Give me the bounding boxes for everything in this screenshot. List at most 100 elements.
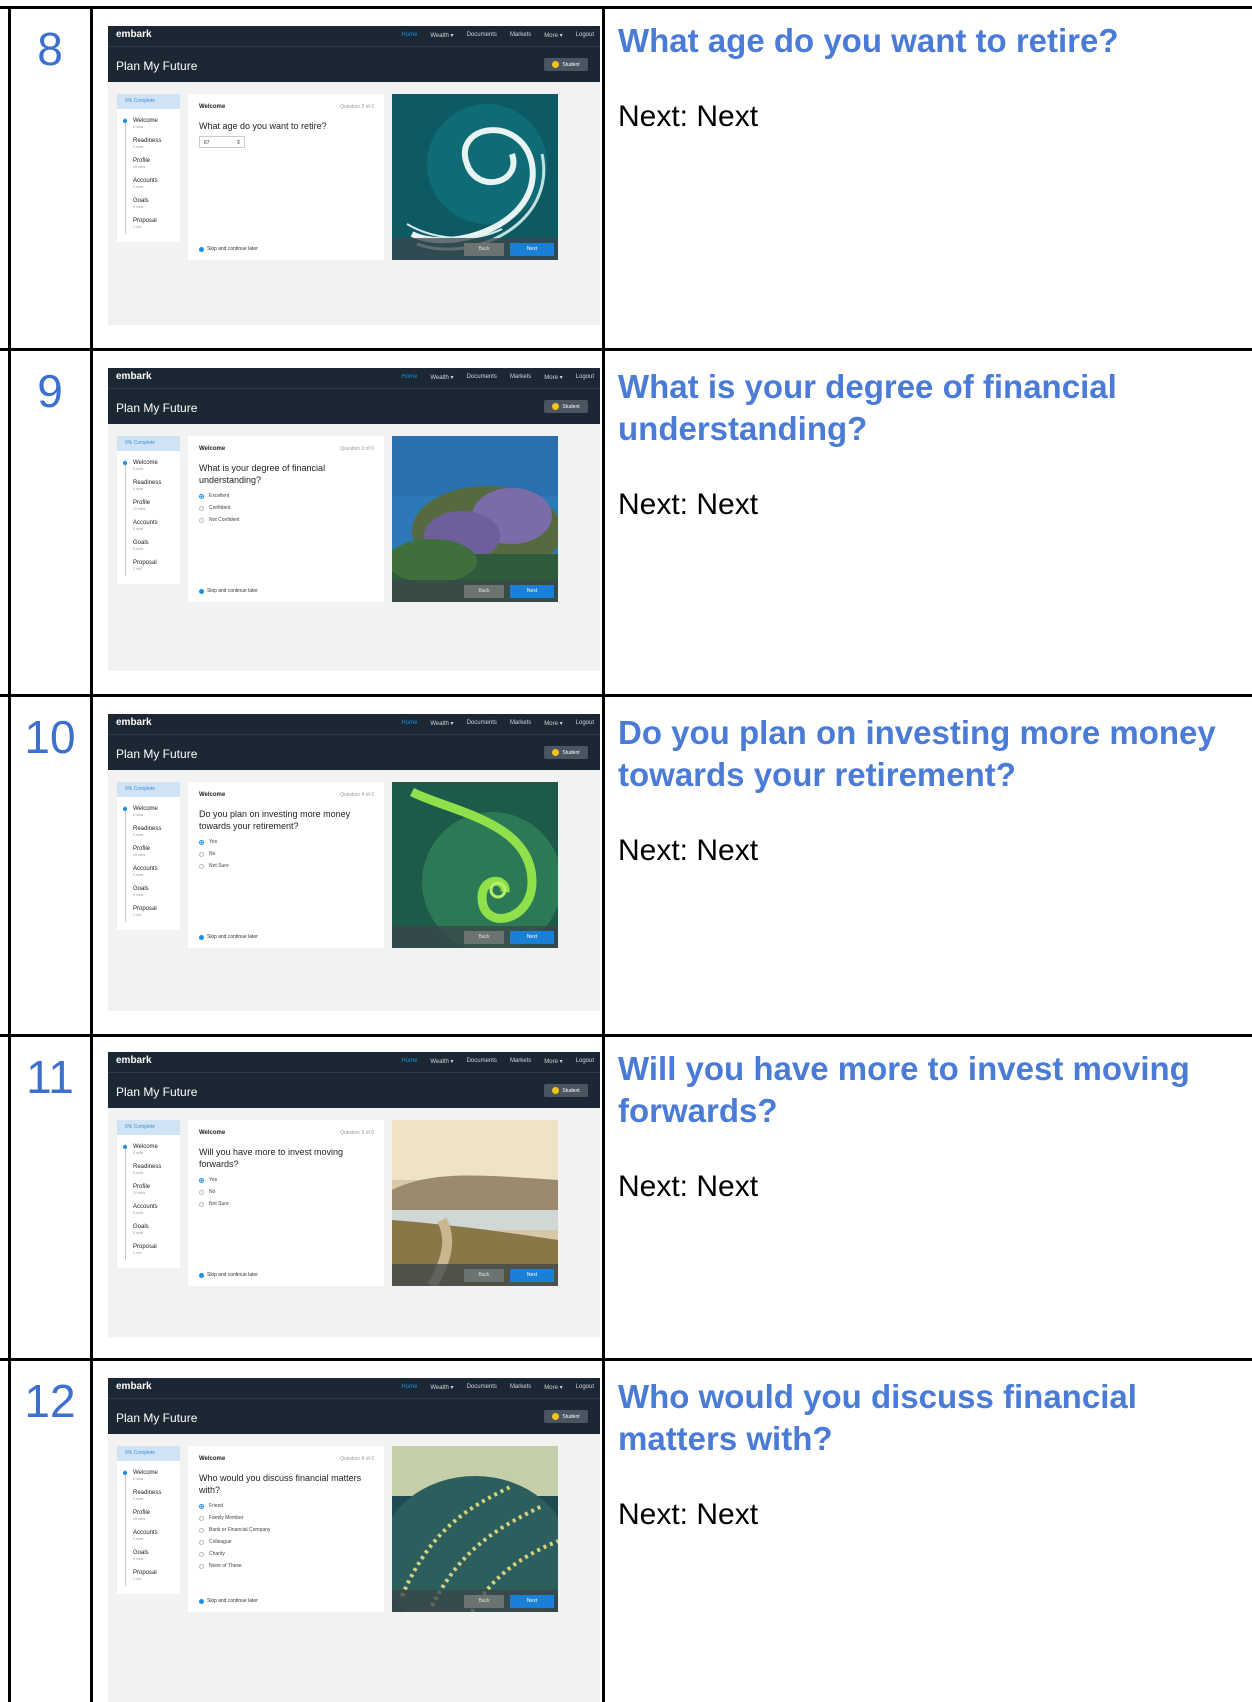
back-button[interactable]: Back xyxy=(464,585,504,598)
user-badge[interactable]: Student xyxy=(544,58,588,71)
step-goals[interactable]: Goals 5 mins xyxy=(133,198,149,209)
step-proposal[interactable]: Proposal 1 min xyxy=(133,560,157,571)
step-proposal[interactable]: Proposal 1 min xyxy=(133,906,157,917)
back-button[interactable]: Back xyxy=(464,931,504,944)
step-goals[interactable]: Goals 5 mins xyxy=(133,1550,149,1561)
nav-documents[interactable]: Documents xyxy=(467,32,497,39)
back-button[interactable]: Back xyxy=(464,1269,504,1282)
back-button[interactable]: Back xyxy=(464,1595,504,1608)
option-no[interactable]: No xyxy=(199,1186,229,1198)
step-accounts[interactable]: Accounts 5 mins xyxy=(133,178,158,189)
user-badge[interactable]: Student xyxy=(544,1084,588,1097)
radio[interactable] xyxy=(199,505,204,511)
step-readiness[interactable]: Readiness 5 mins xyxy=(133,826,161,837)
user-badge[interactable]: Student xyxy=(544,1410,588,1423)
option-none[interactable]: None of These xyxy=(199,1560,270,1572)
nav-logout[interactable]: Logout xyxy=(576,32,594,39)
retirement-age-stepper[interactable]: 67 xyxy=(199,136,245,149)
option-friend[interactable]: Friend xyxy=(199,1500,270,1512)
nav-markets[interactable]: Markets xyxy=(510,1058,531,1065)
nav-wealth[interactable]: Wealth ▾ xyxy=(430,1058,453,1065)
step-proposal[interactable]: Proposal 1 min xyxy=(133,218,157,229)
step-goals[interactable]: Goals 5 mins xyxy=(133,1224,149,1235)
step-goals[interactable]: Goals 5 mins xyxy=(133,540,149,551)
radio[interactable] xyxy=(199,1551,204,1557)
nav-more[interactable]: More ▾ xyxy=(544,1384,562,1391)
back-button[interactable]: Back xyxy=(464,243,504,256)
step-welcome[interactable]: Welcome 5 mins xyxy=(123,460,158,471)
nav-home[interactable]: Home xyxy=(401,1384,417,1391)
nav-home[interactable]: Home xyxy=(401,32,417,39)
nav-wealth[interactable]: Wealth ▾ xyxy=(430,374,453,381)
step-accounts[interactable]: Accounts 5 mins xyxy=(133,1530,158,1541)
step-accounts[interactable]: Accounts 5 mins xyxy=(133,520,158,531)
radio[interactable] xyxy=(199,1563,204,1569)
nav-more[interactable]: More ▾ xyxy=(544,374,562,381)
nav-logout[interactable]: Logout xyxy=(576,1058,594,1065)
nav-home[interactable]: Home xyxy=(401,374,417,381)
skip-link[interactable]: Skip and continue later xyxy=(199,934,258,940)
radio[interactable] xyxy=(199,851,204,857)
step-proposal[interactable]: Proposal 1 min xyxy=(133,1570,157,1581)
step-profile[interactable]: Profile 10 mins xyxy=(133,1510,150,1521)
option-charity[interactable]: Charity xyxy=(199,1548,270,1560)
nav-home[interactable]: Home xyxy=(401,720,417,727)
step-welcome[interactable]: Welcome 5 mins xyxy=(123,118,158,129)
step-proposal[interactable]: Proposal 1 min xyxy=(133,1244,157,1255)
step-readiness[interactable]: Readiness 5 mins xyxy=(133,1164,161,1175)
step-readiness[interactable]: Readiness 5 mins xyxy=(133,480,161,491)
nav-wealth[interactable]: Wealth ▾ xyxy=(430,1384,453,1391)
skip-link[interactable]: Skip and continue later xyxy=(199,1598,258,1604)
user-badge[interactable]: Student xyxy=(544,400,588,413)
option-bank[interactable]: Bank or Financial Company xyxy=(199,1524,270,1536)
nav-markets[interactable]: Markets xyxy=(510,720,531,727)
option-no[interactable]: No xyxy=(199,848,229,860)
next-button[interactable]: Next xyxy=(510,243,554,256)
step-profile[interactable]: Profile 10 mins xyxy=(133,500,150,511)
skip-link[interactable]: Skip and continue later xyxy=(199,588,258,594)
skip-link[interactable]: Skip and continue later xyxy=(199,1272,258,1278)
radio-selected[interactable] xyxy=(199,1503,204,1509)
option-excellent[interactable]: Excellent xyxy=(199,490,240,502)
nav-more[interactable]: More ▾ xyxy=(544,1058,562,1065)
option-confident[interactable]: Confident xyxy=(199,502,240,514)
step-profile[interactable]: Profile 10 mins xyxy=(133,158,150,169)
option-yes[interactable]: Yes xyxy=(199,836,229,848)
step-readiness[interactable]: Readiness 5 mins xyxy=(133,1490,161,1501)
nav-home[interactable]: Home xyxy=(401,1058,417,1065)
radio[interactable] xyxy=(199,1201,204,1207)
radio[interactable] xyxy=(199,517,204,523)
radio[interactable] xyxy=(199,1189,204,1195)
radio[interactable] xyxy=(199,1539,204,1545)
step-profile[interactable]: Profile 10 mins xyxy=(133,846,150,857)
nav-more[interactable]: More ▾ xyxy=(544,720,562,727)
radio-selected[interactable] xyxy=(199,493,204,499)
nav-logout[interactable]: Logout xyxy=(576,374,594,381)
option-not-sure[interactable]: Not Sure xyxy=(199,1198,229,1210)
option-colleague[interactable]: Colleague xyxy=(199,1536,270,1548)
step-readiness[interactable]: Readiness 5 mins xyxy=(133,138,161,149)
next-button[interactable]: Next xyxy=(510,1269,554,1282)
next-button[interactable]: Next xyxy=(510,585,554,598)
nav-wealth[interactable]: Wealth ▾ xyxy=(430,32,453,39)
nav-more[interactable]: More ▾ xyxy=(544,32,562,39)
step-welcome[interactable]: Welcome 5 mins xyxy=(123,806,158,817)
nav-documents[interactable]: Documents xyxy=(467,1058,497,1065)
nav-wealth[interactable]: Wealth ▾ xyxy=(430,720,453,727)
nav-documents[interactable]: Documents xyxy=(467,374,497,381)
radio[interactable] xyxy=(199,1527,204,1533)
nav-documents[interactable]: Documents xyxy=(467,1384,497,1391)
step-goals[interactable]: Goals 5 mins xyxy=(133,886,149,897)
radio[interactable] xyxy=(199,1515,204,1521)
option-family-member[interactable]: Family Member xyxy=(199,1512,270,1524)
step-accounts[interactable]: Accounts 5 mins xyxy=(133,866,158,877)
option-not-sure[interactable]: Not Sure xyxy=(199,860,229,872)
step-welcome[interactable]: Welcome 5 mins xyxy=(123,1144,158,1155)
radio-selected[interactable] xyxy=(199,1177,204,1183)
radio[interactable] xyxy=(199,863,204,869)
radio-selected[interactable] xyxy=(199,839,204,845)
option-not-confident[interactable]: Not Confident xyxy=(199,514,240,526)
option-yes[interactable]: Yes xyxy=(199,1174,229,1186)
next-button[interactable]: Next xyxy=(510,931,554,944)
user-badge[interactable]: Student xyxy=(544,746,588,759)
